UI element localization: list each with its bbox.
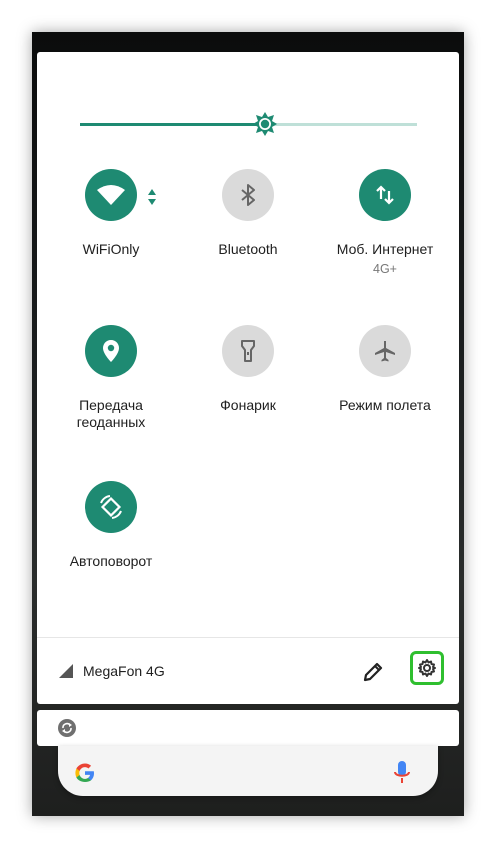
tile-label: Моб. Интернет xyxy=(336,241,434,257)
quick-settings-footer: MegaFon 4G xyxy=(37,637,459,705)
tile-wifi[interactable]: WiFiOnly xyxy=(42,169,180,258)
tile-label: WiFiOnly xyxy=(82,241,140,257)
wifi-toggle[interactable] xyxy=(85,169,137,221)
tile-label: Передача геоданных xyxy=(76,397,146,430)
tile-label: Bluetooth xyxy=(218,241,278,257)
gear-icon xyxy=(418,659,436,677)
brightness-track-empty xyxy=(265,123,417,126)
tile-mobile-data[interactable]: Моб. Интернет 4G+ xyxy=(316,169,454,276)
tile-location[interactable]: Передача геоданных xyxy=(42,325,180,431)
tile-autorotate[interactable]: Автоповорот xyxy=(42,481,180,570)
location-icon xyxy=(103,340,119,362)
flashlight-icon xyxy=(241,340,255,362)
wifi-icon xyxy=(97,185,125,205)
settings-button[interactable] xyxy=(410,651,444,685)
wifi-activity-icon xyxy=(148,189,156,205)
brightness-track-filled xyxy=(80,123,265,126)
google-logo-icon xyxy=(75,763,94,782)
tile-label: Фонарик xyxy=(220,397,276,413)
airplane-icon xyxy=(375,341,395,362)
edit-pencil-icon[interactable] xyxy=(361,660,385,684)
bluetooth-icon xyxy=(241,184,255,206)
tile-label: Режим полета xyxy=(339,397,431,413)
autorotate-toggle[interactable] xyxy=(85,481,137,533)
notification-card[interactable] xyxy=(37,710,459,746)
signal-icon xyxy=(59,664,73,678)
phone-screen: WiFiOnly Bluetooth Моб. Интернет 4G+ Пер… xyxy=(32,32,464,816)
bluetooth-toggle[interactable] xyxy=(222,169,274,221)
tile-flashlight[interactable]: Фонарик xyxy=(179,325,317,414)
mobile-data-icon xyxy=(376,185,394,205)
brightness-slider[interactable] xyxy=(80,110,417,140)
tile-sublabel: 4G+ xyxy=(373,262,397,276)
tile-label: Автоповорот xyxy=(69,553,153,569)
airplane-toggle[interactable] xyxy=(359,325,411,377)
tile-bluetooth[interactable]: Bluetooth xyxy=(179,169,317,258)
autorotate-icon xyxy=(100,495,122,519)
carrier-name: MegaFon 4G xyxy=(83,663,165,679)
microphone-icon[interactable] xyxy=(392,760,412,786)
sync-icon xyxy=(58,719,76,737)
tile-airplane[interactable]: Режим полета xyxy=(316,325,454,414)
google-search-bar[interactable] xyxy=(58,746,438,796)
carrier-info[interactable]: MegaFon 4G xyxy=(59,663,165,679)
brightness-thumb-icon[interactable] xyxy=(252,111,278,137)
location-toggle[interactable] xyxy=(85,325,137,377)
flashlight-toggle[interactable] xyxy=(222,325,274,377)
mobile-data-toggle[interactable] xyxy=(359,169,411,221)
quick-settings-panel: WiFiOnly Bluetooth Моб. Интернет 4G+ Пер… xyxy=(37,52,459,704)
